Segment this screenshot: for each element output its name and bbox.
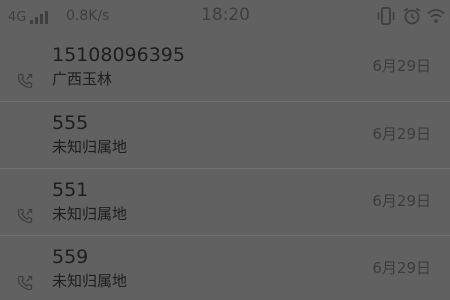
outgoing-call-icon <box>16 72 34 90</box>
call-date: 6月29日 <box>372 259 431 277</box>
call-log-entry[interactable]: 551 未知归属地 6月29日 <box>0 168 450 235</box>
call-log-entry[interactable]: 555 未知归属地 6月29日 <box>0 101 450 168</box>
caller-number: 555 <box>52 112 89 134</box>
call-date: 6月29日 <box>372 192 431 210</box>
outgoing-call-icon <box>16 274 34 292</box>
call-log-entry[interactable]: 559 未知归属地 6月29日 <box>0 235 450 300</box>
caller-location: 未知归属地 <box>52 138 128 156</box>
alarm-icon <box>402 6 422 30</box>
caller-location: 未知归属地 <box>52 272 128 290</box>
vibrate-icon <box>376 6 396 30</box>
caller-number: 559 <box>52 246 89 268</box>
caller-location: 未知归属地 <box>52 205 128 223</box>
network-type: 4G <box>8 10 27 25</box>
call-date: 6月29日 <box>372 57 431 75</box>
call-date: 6月29日 <box>372 125 431 143</box>
network-speed: 0.8K/s <box>66 8 110 24</box>
caller-number: 551 <box>52 179 89 201</box>
status-bar: 4G 0.8K/s 18:20 <box>0 0 450 34</box>
clock-time: 18:20 <box>201 5 250 25</box>
signal-bars-icon <box>30 9 54 28</box>
call-log-screen: 4G 0.8K/s 18:20 15108096395 广西玉林 6月29日 5… <box>0 0 450 300</box>
caller-location: 广西玉林 <box>52 70 113 88</box>
call-log-list: 15108096395 广西玉林 6月29日 555 未知归属地 6月29日 5… <box>0 34 450 300</box>
outgoing-call-icon <box>16 207 34 225</box>
wifi-icon <box>427 8 445 28</box>
call-log-entry[interactable]: 15108096395 广西玉林 6月29日 <box>0 34 450 101</box>
caller-number: 15108096395 <box>52 44 185 66</box>
